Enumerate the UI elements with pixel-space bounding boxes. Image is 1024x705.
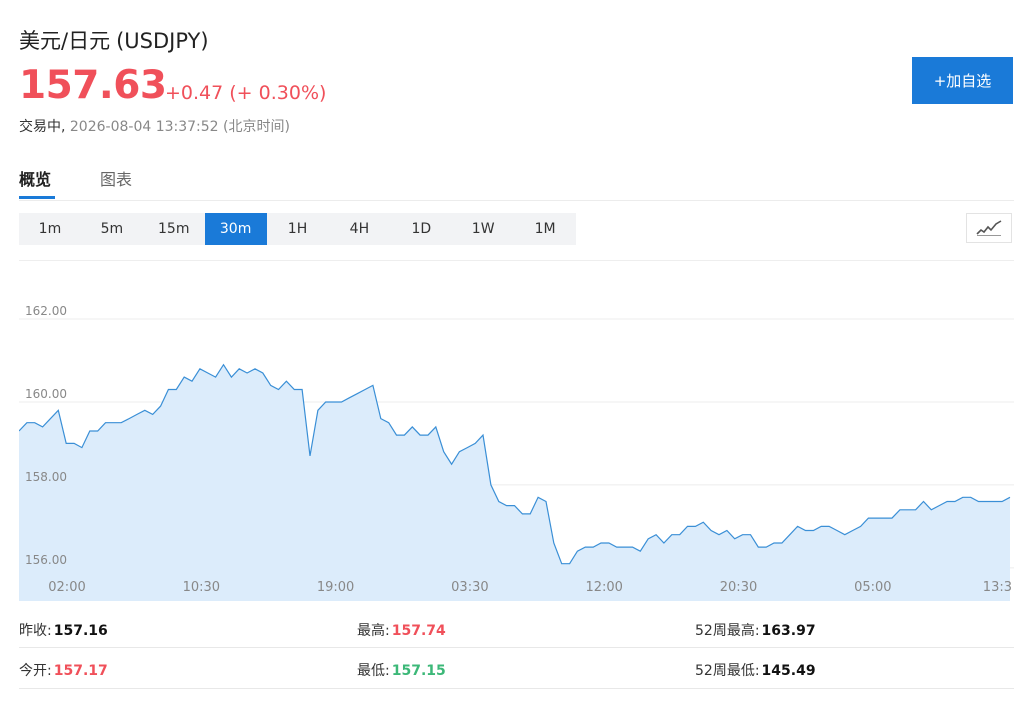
price-chart: 162.00 160.00 158.00 156.00 02:00 10:30 19:00 0…: [18, 260, 1014, 601]
stat-value: 157.17: [53, 663, 108, 679]
stat-open: 今开: 157.17: [19, 660, 108, 680]
y-tick-label: 162.00: [25, 304, 67, 318]
price-chart-svg: 162.00 160.00 158.00 156.00 02:00 10:30 19:00 0…: [18, 304, 1014, 601]
stat-label: 昨收:: [19, 623, 52, 639]
stat-label: 52周最低:: [695, 663, 760, 679]
trading-status: 交易中, 2026-08-04 13:37:52 (北京时间): [19, 116, 290, 136]
status-label: 交易中,: [19, 119, 66, 135]
period-15m[interactable]: 15m: [143, 213, 205, 245]
x-tick-label: 10:30: [183, 580, 220, 595]
period-selector: 1m 5m 15m 30m 1H 4H 1D 1W 1M: [19, 213, 576, 245]
stat-label: 今开:: [19, 663, 52, 679]
stat-prev-close: 昨收: 157.16: [19, 620, 108, 640]
price-change: +0.47 (+ 0.30%): [165, 82, 327, 104]
x-tick-label: 13:3: [983, 580, 1012, 595]
x-tick-label: 20:30: [720, 580, 757, 595]
stats-row-divider: [19, 688, 1014, 689]
period-1m[interactable]: 1m: [19, 213, 81, 245]
chart-type-button[interactable]: [966, 213, 1012, 243]
active-tab-indicator: [19, 196, 55, 199]
add-watchlist-button[interactable]: +加自选: [912, 57, 1013, 104]
status-datetime: 2026-08-04 13:37:52 (北京时间): [65, 119, 290, 135]
period-4h[interactable]: 4H: [328, 213, 390, 245]
stat-52w-high: 52周最高: 163.97: [695, 620, 816, 640]
stat-label: 最低:: [357, 663, 390, 679]
stat-value: 145.49: [761, 663, 816, 679]
stat-label: 最高:: [357, 623, 390, 639]
period-1h[interactable]: 1H: [267, 213, 329, 245]
y-tick-label: 160.00: [25, 387, 67, 401]
stat-value: 157.16: [53, 623, 108, 639]
tab-chart[interactable]: 图表: [100, 166, 132, 190]
current-price: 157.63: [19, 63, 167, 108]
instrument-symbol: (USDJPY): [116, 29, 209, 53]
period-1d[interactable]: 1D: [390, 213, 452, 245]
x-tick-label: 03:30: [451, 580, 488, 595]
tabs-divider: [19, 200, 1014, 201]
instrument-name: 美元/日元: [19, 29, 111, 53]
price-area: [19, 364, 1010, 601]
stat-value: 157.15: [391, 663, 446, 679]
stat-high: 最高: 157.74: [357, 620, 446, 640]
stat-value: 163.97: [761, 623, 816, 639]
stat-52w-low: 52周最低: 145.49: [695, 660, 816, 680]
stats-row-divider: [19, 647, 1014, 648]
y-tick-label: 156.00: [25, 553, 67, 567]
x-tick-label: 19:00: [317, 580, 354, 595]
stat-value: 157.74: [391, 623, 446, 639]
tab-overview[interactable]: 概览: [19, 166, 51, 190]
stat-low: 最低: 157.15: [357, 660, 446, 680]
line-chart-icon: [976, 220, 1002, 236]
period-5m[interactable]: 5m: [81, 213, 143, 245]
x-tick-label: 05:00: [854, 580, 891, 595]
period-1mo[interactable]: 1M: [514, 213, 576, 245]
stat-label: 52周最高:: [695, 623, 760, 639]
x-tick-label: 12:00: [585, 580, 622, 595]
period-1w[interactable]: 1W: [452, 213, 514, 245]
period-30m[interactable]: 30m: [204, 213, 267, 245]
y-tick-label: 158.00: [25, 470, 67, 484]
x-tick-label: 02:00: [48, 580, 85, 595]
page-title: 美元/日元 (USDJPY): [19, 25, 209, 55]
